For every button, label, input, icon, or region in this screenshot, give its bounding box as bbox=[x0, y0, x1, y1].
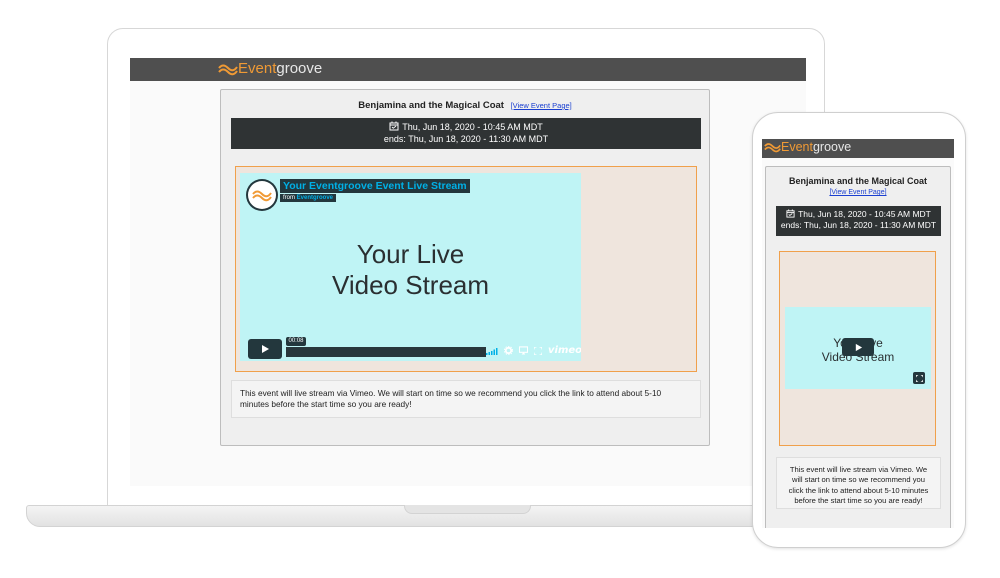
play-icon bbox=[855, 343, 862, 351]
byline-channel[interactable]: Eventgroove bbox=[297, 195, 333, 201]
event-panel: Benjamina and the Magical Coat [View Eve… bbox=[220, 89, 710, 446]
wave-logo-icon bbox=[764, 143, 781, 153]
calendar-icon bbox=[389, 121, 399, 131]
event-description: This event will live stream via Vimeo. W… bbox=[231, 380, 701, 418]
airplay-icon[interactable] bbox=[519, 346, 528, 355]
video-container: Your Eventgroove Event Live Stream from … bbox=[235, 166, 697, 372]
event-start-row: Thu, Jun 18, 2020 - 10:45 AM MDT bbox=[776, 209, 941, 220]
view-link-row-mobile: [View Event Page] bbox=[766, 189, 950, 196]
brand-name-accent: Event bbox=[781, 140, 813, 154]
video-player[interactable]: Your Eventgroove Event Live Stream from … bbox=[240, 173, 581, 361]
event-dates-bar: Thu, Jun 18, 2020 - 10:45 AM MDT ends: T… bbox=[231, 118, 701, 149]
play-icon bbox=[262, 345, 269, 353]
wave-logo-icon bbox=[252, 190, 272, 202]
fullscreen-icon[interactable] bbox=[534, 346, 542, 355]
site-header: Event groove bbox=[130, 58, 806, 81]
progress-bar[interactable] bbox=[286, 347, 486, 357]
brand-logo-mobile[interactable]: Event groove bbox=[764, 140, 851, 154]
event-start-row: Thu, Jun 18, 2020 - 10:45 AM MDT bbox=[231, 121, 701, 134]
site-header-mobile: Event groove bbox=[762, 139, 954, 158]
view-event-page-link[interactable]: [View Event Page] bbox=[511, 101, 572, 110]
event-end-time: ends: Thu, Jun 18, 2020 - 11:30 AM MDT bbox=[780, 220, 937, 231]
video-title[interactable]: Your Eventgroove Event Live Stream bbox=[280, 179, 470, 193]
event-end-time: ends: Thu, Jun 18, 2020 - 11:30 AM MDT bbox=[383, 133, 549, 144]
fullscreen-button[interactable] bbox=[913, 372, 925, 384]
play-button[interactable] bbox=[842, 338, 874, 356]
vimeo-logo[interactable]: vimeo bbox=[548, 345, 581, 356]
laptop-notch bbox=[404, 505, 531, 514]
laptop-screen: Event groove Benjamina and the Magical Co… bbox=[130, 58, 806, 486]
fullscreen-icon bbox=[915, 374, 923, 382]
play-button[interactable] bbox=[248, 339, 282, 359]
byline-prefix: from bbox=[283, 195, 295, 201]
brand-logo[interactable]: Event groove bbox=[218, 60, 322, 77]
event-dates-bar-mobile: Thu, Jun 18, 2020 - 10:45 AM MDT ends: T… bbox=[776, 206, 941, 236]
settings-icon[interactable] bbox=[504, 346, 513, 355]
event-start-time: Thu, Jun 18, 2020 - 10:45 AM MDT bbox=[402, 122, 543, 132]
caption-line-1: Your Live bbox=[356, 239, 465, 269]
event-title: Benjamina and the Magical Coat bbox=[358, 100, 504, 111]
player-controls: vimeo bbox=[486, 345, 581, 356]
brand-name-accent: Event bbox=[238, 60, 277, 77]
brand-name-rest: groove bbox=[276, 60, 323, 77]
event-start-time: Thu, Jun 18, 2020 - 10:45 AM MDT bbox=[798, 209, 931, 219]
calendar-icon bbox=[786, 209, 795, 218]
video-caption: Your Live Video Stream bbox=[240, 239, 581, 300]
volume-icon[interactable] bbox=[486, 347, 498, 355]
event-panel-mobile: Benjamina and the Magical Coat [View Eve… bbox=[765, 166, 951, 528]
caption-line-2: Video Stream bbox=[331, 269, 490, 300]
channel-avatar[interactable] bbox=[248, 181, 276, 209]
event-title-row: Benjamina and the Magical Coat [View Eve… bbox=[221, 100, 709, 111]
video-container-mobile: Your Live Video Stream bbox=[779, 251, 936, 446]
wave-logo-icon bbox=[218, 64, 238, 75]
brand-name-rest: groove bbox=[812, 140, 852, 154]
phone-screen: Event groove Benjamina and the Magical Co… bbox=[762, 139, 954, 528]
event-description-mobile: This event will live stream via Vimeo. W… bbox=[776, 457, 941, 509]
video-byline: from Eventgroove bbox=[280, 194, 337, 202]
video-player-mobile[interactable]: Your Live Video Stream bbox=[785, 307, 931, 389]
current-time: 00:08 bbox=[286, 337, 306, 346]
event-title-row-mobile: Benjamina and the Magical Coat bbox=[766, 176, 950, 186]
view-event-page-link[interactable]: [View Event Page] bbox=[829, 189, 886, 196]
event-title: Benjamina and the Magical Coat bbox=[788, 176, 928, 186]
